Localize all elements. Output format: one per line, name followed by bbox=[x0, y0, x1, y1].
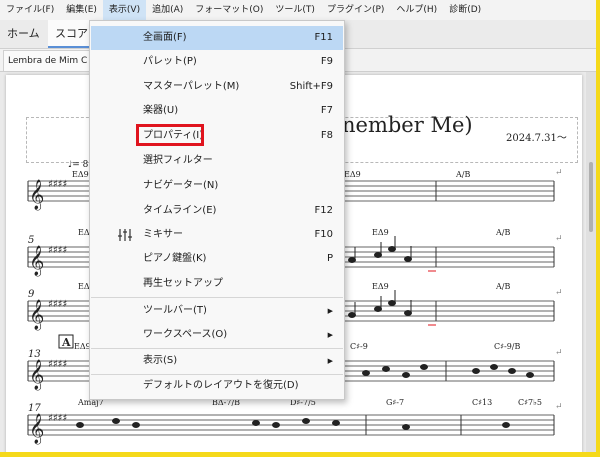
submenu-arrow-icon: ▶ bbox=[327, 307, 333, 315]
view-menu-master-palette-shortcut: Shift+F9 bbox=[289, 81, 333, 92]
submenu-arrow-icon: ▶ bbox=[327, 357, 333, 365]
chord-row1-1: EΔ9 bbox=[344, 170, 361, 179]
chord-row5-3: G♯-7 bbox=[386, 398, 404, 407]
svg-text:𝄞: 𝄞 bbox=[29, 245, 44, 277]
view-menu-restore-default-layout-label: デフォルトのレイアウトを復元(D) bbox=[143, 380, 299, 391]
chord-row5-4: C♯13 bbox=[472, 398, 492, 407]
chord-row1-2: A/B bbox=[455, 170, 470, 179]
measure-number-13: 13 bbox=[28, 349, 41, 360]
view-menu-navigator[interactable]: ナビゲーター(N) bbox=[91, 174, 343, 198]
view-menu-playback-setup[interactable]: 再生セットアップ bbox=[91, 272, 343, 296]
svg-text:𝄞: 𝄞 bbox=[29, 413, 44, 445]
svg-text:↵: ↵ bbox=[555, 348, 563, 358]
view-menu-mixer-label: ミキサー bbox=[143, 229, 183, 240]
view-menu-show-label: 表示(S) bbox=[143, 355, 178, 366]
scrollbar-thumb[interactable] bbox=[589, 162, 593, 232]
chord-row2-2: A/B bbox=[495, 228, 510, 237]
chord-row1-0: EΔ9 bbox=[72, 170, 89, 179]
view-menu-toolbars-label: ツールバー(T) bbox=[143, 305, 207, 316]
mixer-icon bbox=[118, 229, 132, 241]
chord-row3-2: A/B bbox=[495, 282, 510, 291]
view-menu-piano-keyboard-shortcut: P bbox=[326, 253, 333, 264]
view-menu-timeline-shortcut: F12 bbox=[314, 205, 333, 216]
view-menu-master-palette[interactable]: マスターパレット(M) Shift+F9 bbox=[91, 75, 343, 99]
tab-home[interactable]: ホーム bbox=[0, 20, 47, 48]
key-signatures: ♯♯♯♯ ♯♯♯♯ ♯♯♯♯ ♯♯♯♯ ♯♯♯♯ bbox=[48, 179, 67, 424]
view-menu-toolbars[interactable]: ツールバー(T) ▶ bbox=[91, 299, 343, 323]
menu-file[interactable]: ファイル(F) bbox=[0, 0, 60, 20]
chord-row4-2: C♯-9/B bbox=[494, 342, 520, 351]
chord-row5-5: C♯7♭5 bbox=[518, 398, 542, 407]
view-menu-mixer[interactable]: ミキサー F10 bbox=[91, 223, 343, 247]
svg-text:♯♯♯♯: ♯♯♯♯ bbox=[48, 245, 67, 256]
view-menu-playback-setup-label: 再生セットアップ bbox=[143, 278, 223, 289]
view-menu-palettes-shortcut: F9 bbox=[320, 56, 333, 67]
menubar: ファイル(F) 編集(E) 表示(V) 追加(A) フォーマット(O) ツール(… bbox=[0, 0, 596, 20]
view-menu-instruments-shortcut: F7 bbox=[320, 105, 333, 116]
chord-row4-1: C♯-9 bbox=[350, 342, 368, 351]
view-menu-navigator-label: ナビゲーター(N) bbox=[143, 180, 219, 191]
menu-edit[interactable]: 編集(E) bbox=[60, 0, 103, 20]
view-menu-piano-keyboard-label: ピアノ鍵盤(K) bbox=[143, 253, 207, 264]
svg-text:𝄞: 𝄞 bbox=[29, 179, 44, 211]
view-menu-fullscreen-label: 全画面(F) bbox=[143, 32, 187, 43]
svg-text:↵: ↵ bbox=[555, 234, 563, 244]
svg-text:↵: ↵ bbox=[555, 402, 563, 412]
vertical-scrollbar[interactable] bbox=[586, 72, 596, 452]
view-menu-palettes-label: パレット(P) bbox=[143, 56, 197, 67]
playback-notes bbox=[428, 270, 436, 326]
view-menu-selection-filter[interactable]: 選択フィルター bbox=[91, 149, 343, 173]
svg-text:↵: ↵ bbox=[555, 288, 563, 298]
svg-text:↵: ↵ bbox=[555, 168, 563, 178]
view-menu-piano-keyboard[interactable]: ピアノ鍵盤(K) P bbox=[91, 247, 343, 271]
menu-separator bbox=[91, 297, 343, 298]
menu-view[interactable]: 表示(V) bbox=[102, 0, 147, 20]
svg-text:♯♯♯♯: ♯♯♯♯ bbox=[48, 299, 67, 310]
svg-text:𝄞: 𝄞 bbox=[29, 299, 44, 331]
view-menu-workspaces-label: ワークスペース(O) bbox=[143, 329, 228, 340]
menu-diagnostic[interactable]: 診断(D) bbox=[443, 0, 487, 20]
view-menu-instruments[interactable]: 楽器(U) F7 bbox=[91, 99, 343, 123]
measure-number-17: 17 bbox=[28, 403, 41, 414]
view-menu-properties-shortcut: F8 bbox=[320, 130, 333, 141]
tab-score[interactable]: スコア bbox=[48, 20, 95, 48]
view-menu-palettes[interactable]: パレット(P) F9 bbox=[91, 50, 343, 74]
measure-number-5: 5 bbox=[28, 235, 34, 246]
measure-number-9: 9 bbox=[28, 289, 35, 300]
view-menu-master-palette-label: マスターパレット(M) bbox=[143, 81, 240, 92]
view-menu-show[interactable]: 表示(S) ▶ bbox=[91, 349, 343, 373]
svg-text:♯♯♯♯: ♯♯♯♯ bbox=[48, 413, 67, 424]
line-return-marks: ↵ ↵ ↵ ↵ ↵ bbox=[555, 168, 563, 412]
menu-plugins[interactable]: プラグイン(P) bbox=[321, 0, 390, 20]
view-menu-timeline-label: タイムライン(E) bbox=[143, 205, 217, 216]
document-tab[interactable]: Lembra de Mim C bbox=[3, 50, 99, 71]
properties-highlight-box bbox=[136, 124, 204, 146]
view-menu-mixer-shortcut: F10 bbox=[314, 229, 333, 240]
svg-text:♯♯♯♯: ♯♯♯♯ bbox=[48, 179, 67, 190]
view-menu-restore-default-layout[interactable]: デフォルトのレイアウトを復元(D) bbox=[91, 374, 343, 398]
view-menu-properties[interactable]: プロパティ(I) F8 bbox=[91, 124, 343, 148]
menu-format[interactable]: フォーマット(O) bbox=[189, 0, 269, 20]
view-menu-dropdown: 全画面(F) F11 パレット(P) F9 マスターパレット(M) Shift+… bbox=[89, 20, 345, 400]
app-window: ファイル(F) 編集(E) 表示(V) 追加(A) フォーマット(O) ツール(… bbox=[0, 0, 596, 452]
chord-row2-1: EΔ9 bbox=[372, 228, 389, 237]
view-menu-instruments-label: 楽器(U) bbox=[143, 105, 179, 116]
chord-row3-1: EΔ9 bbox=[372, 282, 389, 291]
view-menu-fullscreen[interactable]: 全画面(F) F11 bbox=[91, 26, 343, 50]
menu-tools[interactable]: ツール(T) bbox=[269, 0, 321, 20]
view-menu-workspaces[interactable]: ワークスペース(O) ▶ bbox=[91, 323, 343, 347]
svg-text:♯♯♯♯: ♯♯♯♯ bbox=[48, 359, 67, 370]
view-menu-fullscreen-shortcut: F11 bbox=[314, 32, 333, 43]
menu-help[interactable]: ヘルプ(H) bbox=[390, 0, 443, 20]
view-menu-selection-filter-label: 選択フィルター bbox=[143, 155, 213, 166]
svg-text:𝄞: 𝄞 bbox=[29, 359, 44, 391]
submenu-arrow-icon: ▶ bbox=[327, 331, 333, 339]
rehearsal-mark: A bbox=[61, 336, 71, 349]
view-menu-timeline[interactable]: タイムライン(E) F12 bbox=[91, 199, 343, 223]
menu-add[interactable]: 追加(A) bbox=[146, 0, 189, 20]
